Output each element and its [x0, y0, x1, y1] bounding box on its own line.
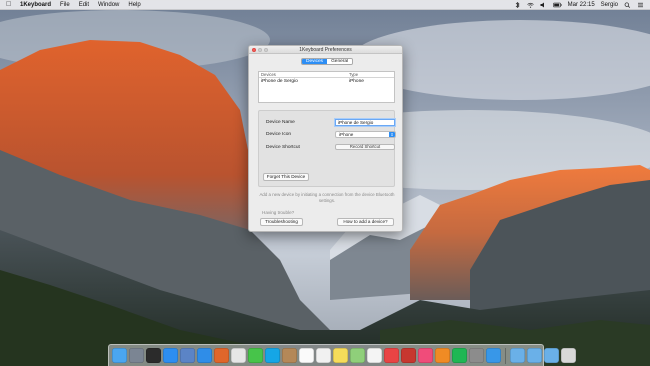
battery-icon[interactable] [552, 2, 562, 8]
column-type[interactable]: Type [347, 72, 394, 77]
photo-booth-icon[interactable] [401, 348, 416, 363]
device-icon-select[interactable]: iPhone ⇕ [335, 131, 396, 138]
dock-separator [505, 347, 506, 364]
reminders-icon[interactable] [316, 348, 331, 363]
messages-icon[interactable] [248, 348, 263, 363]
edit-menu[interactable]: Edit [79, 0, 89, 10]
itunes-icon[interactable] [418, 348, 433, 363]
device-icon-label: Device Icon [266, 132, 292, 137]
trouble-label: Having trouble? [262, 210, 295, 215]
record-shortcut-button[interactable]: Record Shortcut [335, 144, 395, 150]
system-preferences-icon[interactable] [469, 348, 484, 363]
menu-clock[interactable]: Mar 22:15 [568, 2, 595, 8]
calendar-icon[interactable] [299, 348, 314, 363]
app-menu[interactable]: 1Keyboard [20, 0, 51, 10]
spotlight-icon[interactable] [624, 1, 631, 8]
device-name-label: Device Name [266, 120, 295, 125]
apple-menu-icon[interactable]:  [6, 0, 13, 10]
user-menu[interactable]: Sergio [601, 2, 618, 8]
documents-folder-icon[interactable] [527, 348, 542, 363]
maps-icon[interactable] [350, 348, 365, 363]
preferences-tabs: Devices General [301, 58, 354, 65]
add-device-hint: Add a new device by initiating a connect… [259, 192, 395, 203]
trash-icon[interactable] [561, 348, 576, 363]
device-type-cell: iPhone [349, 79, 364, 84]
app-store-icon[interactable] [163, 348, 178, 363]
tab-general[interactable]: General [327, 59, 353, 64]
window-titlebar[interactable]: 1Keyboard Preferences [249, 46, 402, 54]
tab-devices[interactable]: Devices [302, 59, 328, 64]
downloads-folder-icon[interactable] [544, 348, 559, 363]
file-menu[interactable]: File [60, 0, 70, 10]
device-name-cell: iPhone de Sergio [261, 79, 298, 84]
device-name-field[interactable] [335, 119, 395, 126]
dock [108, 344, 576, 366]
safari-icon[interactable] [197, 348, 212, 363]
troubleshooting-button[interactable]: Troubleshooting [260, 218, 303, 226]
menu-bar:  1Keyboard File Edit Window Help Mar 22… [0, 0, 650, 10]
wifi-icon[interactable] [526, 2, 534, 8]
devices-table: Devices Type iPhone de Sergio iPhone [258, 71, 395, 103]
column-devices[interactable]: Devices [259, 72, 347, 77]
notification-center-icon[interactable] [637, 2, 644, 8]
applications-folder-icon[interactable] [510, 348, 525, 363]
preferences-window: 1Keyboard Preferences Devices General De… [248, 45, 403, 232]
status-area: Mar 22:15 Sergio [514, 1, 644, 8]
spotify-icon[interactable] [452, 348, 467, 363]
contacts-icon[interactable] [282, 348, 297, 363]
1keyboard-icon[interactable] [486, 348, 501, 363]
table-row[interactable]: iPhone de Sergio iPhone [259, 78, 394, 85]
select-arrows-icon: ⇕ [389, 132, 395, 137]
ibooks-icon[interactable] [435, 348, 450, 363]
preview-icon[interactable] [180, 348, 195, 363]
window-menu[interactable]: Window [98, 0, 119, 10]
launchpad-icon[interactable] [129, 348, 144, 363]
notes-icon[interactable] [333, 348, 348, 363]
window-title: 1Keyboard Preferences [299, 47, 352, 53]
chrome-icon[interactable] [231, 348, 246, 363]
skype-icon[interactable] [265, 348, 280, 363]
finder-icon[interactable] [112, 348, 127, 363]
forget-device-button[interactable]: Forget This Device [263, 173, 309, 181]
volume-icon[interactable] [540, 2, 547, 8]
firefox-icon[interactable] [214, 348, 229, 363]
device-shortcut-label: Device Shortcut [266, 145, 300, 150]
mission-control-icon[interactable] [146, 348, 161, 363]
help-menu[interactable]: Help [128, 0, 140, 10]
photos-icon[interactable] [367, 348, 382, 363]
bluetooth-icon[interactable] [514, 1, 521, 8]
news-icon[interactable] [384, 348, 399, 363]
how-to-add-device-button[interactable]: How to add a device? [337, 218, 394, 226]
device-icon-value: iPhone [339, 132, 354, 137]
